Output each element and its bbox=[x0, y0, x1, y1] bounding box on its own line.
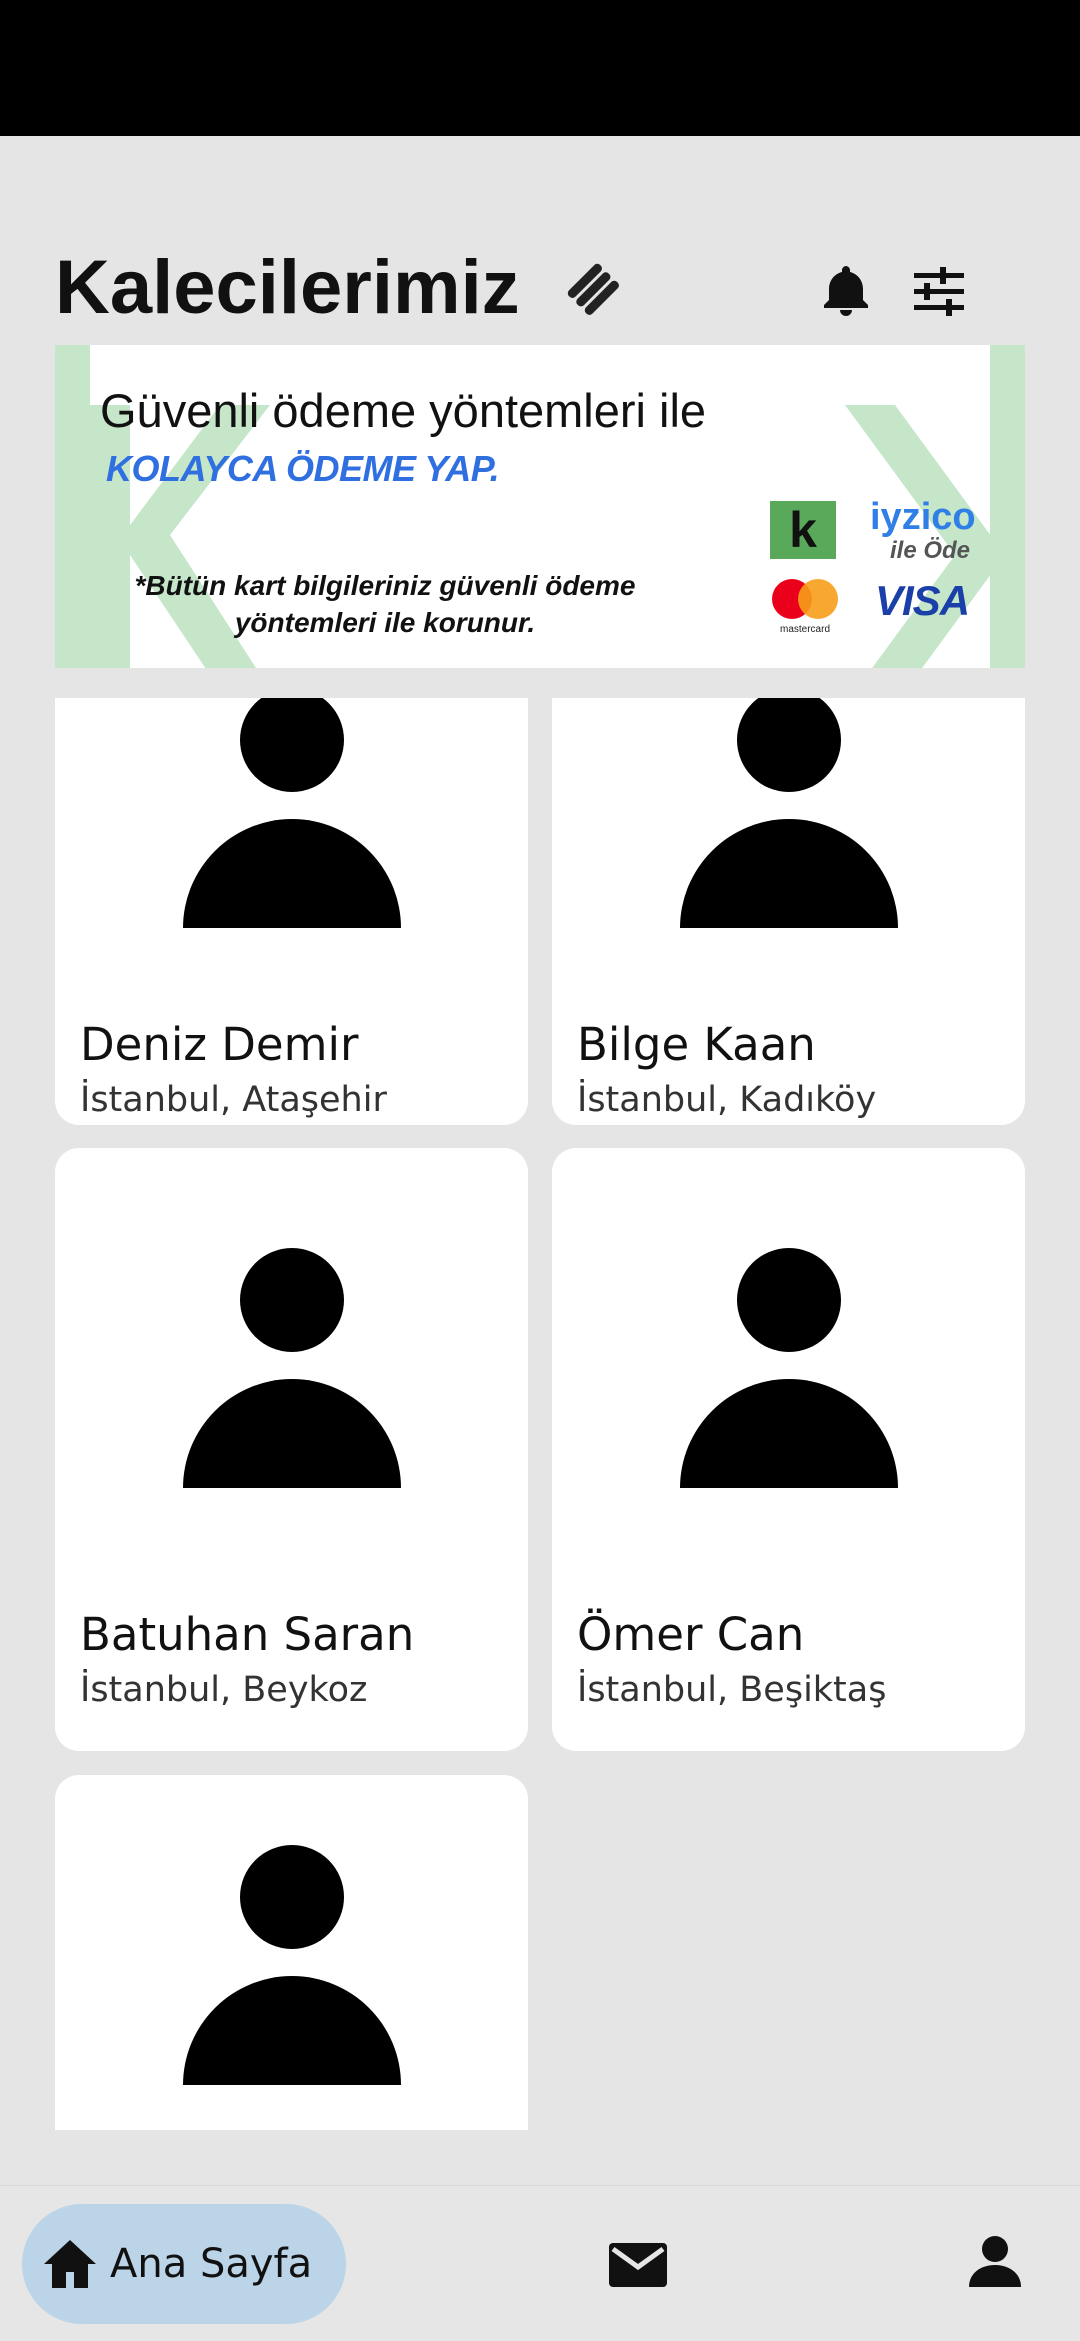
goalkeeper-location: İstanbul, Ataşehir bbox=[80, 1080, 387, 1120]
bottom-navigation: Ana Sayfa bbox=[0, 2185, 1080, 2341]
iyzico-logo: iyzico bbox=[870, 496, 976, 538]
iyzico-tagline: ile Öde bbox=[890, 537, 971, 564]
k-logo-letter: k bbox=[789, 502, 817, 558]
goalkeeper-card[interactable]: Batuhan Saran İstanbul, Beykoz bbox=[55, 1148, 528, 1751]
goalkeeper-name: Ömer Can bbox=[577, 1608, 805, 1661]
nav-home-button[interactable]: Ana Sayfa bbox=[22, 2204, 346, 2324]
goalkeeper-name: Bilge Kaan bbox=[577, 1018, 816, 1071]
mastercard-logo: mastercard bbox=[772, 579, 838, 635]
banner-headline: Güvenli ödeme yöntemleri ile bbox=[100, 384, 707, 437]
bell-icon[interactable] bbox=[817, 260, 875, 318]
k-logo: k bbox=[770, 501, 836, 559]
mastercard-text: mastercard bbox=[780, 624, 830, 635]
goalkeeper-grid: Deniz Demir İstanbul, Ataşehir Bilge Kaa… bbox=[55, 698, 1025, 2130]
header: Kalecilerimiz bbox=[55, 235, 1025, 340]
goalkeeper-name: Deniz Demir bbox=[80, 1018, 359, 1071]
nav-home-label: Ana Sayfa bbox=[110, 2241, 313, 2287]
goalkeeper-card[interactable]: Bilge Kaan İstanbul, Kadıköy bbox=[552, 698, 1025, 1125]
goalkeeper-card[interactable]: Deniz Demir İstanbul, Ataşehir bbox=[55, 698, 528, 1125]
goalkeeper-name: Batuhan Saran bbox=[80, 1608, 415, 1661]
person-icon[interactable] bbox=[965, 2231, 1025, 2291]
person-icon bbox=[680, 1248, 898, 1488]
goalkeeper-location: İstanbul, Beşiktaş bbox=[577, 1670, 887, 1710]
hand-shake-icon bbox=[567, 263, 619, 315]
goalkeeper-card[interactable]: Ömer Can İstanbul, Beşiktaş bbox=[552, 1148, 1025, 1751]
banner-content: Güvenli ödeme yöntemleri ile KOLAYCA ÖDE… bbox=[90, 345, 990, 668]
banner-subheadline: KOLAYCA ÖDEME YAP. bbox=[106, 448, 500, 489]
mail-icon[interactable] bbox=[605, 2231, 671, 2297]
person-icon bbox=[183, 1845, 401, 2085]
status-bar bbox=[0, 0, 1080, 136]
banner-note: *Bütün kart bilgileriniz güvenli ödeme y… bbox=[134, 570, 636, 638]
goalkeeper-card[interactable] bbox=[55, 1775, 528, 2130]
goalkeeper-location: İstanbul, Beykoz bbox=[80, 1670, 368, 1710]
person-icon bbox=[183, 698, 401, 928]
sliders-icon[interactable] bbox=[910, 263, 968, 321]
page-title: Kalecilerimiz bbox=[55, 245, 520, 330]
home-icon bbox=[44, 2240, 96, 2288]
payment-banner[interactable]: Güvenli ödeme yöntemleri ile KOLAYCA ÖDE… bbox=[55, 345, 1025, 668]
person-icon bbox=[680, 698, 898, 928]
goalkeeper-location: İstanbul, Kadıköy bbox=[577, 1080, 877, 1120]
person-icon bbox=[183, 1248, 401, 1488]
visa-logo: VISA bbox=[875, 577, 970, 624]
